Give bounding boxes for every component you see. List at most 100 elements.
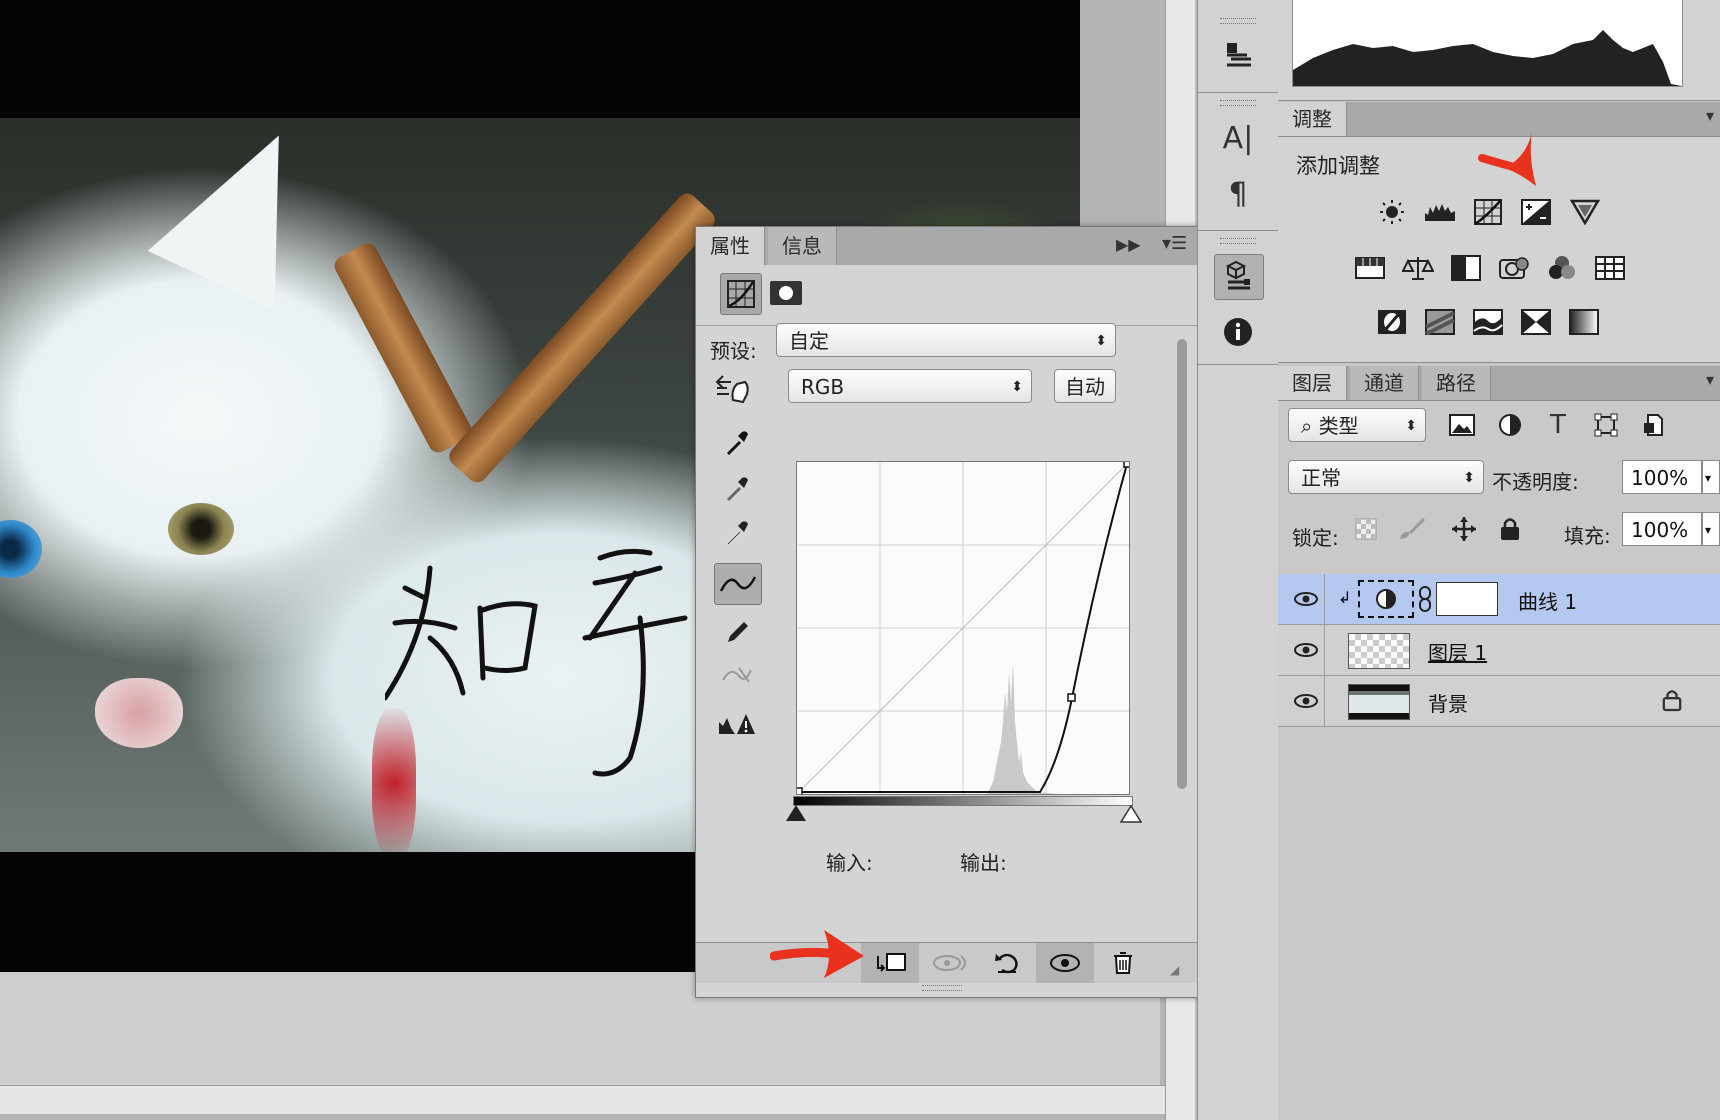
invert-button[interactable]: [1375, 308, 1409, 336]
clipping-warning-toggle[interactable]: [714, 703, 760, 743]
white-point-eyedropper[interactable]: [714, 513, 760, 553]
levels-icon: [1425, 204, 1455, 221]
opacity-input[interactable]: 100%: [1622, 460, 1702, 494]
toggle-visibility-button[interactable]: [1036, 943, 1094, 983]
paragraph-button[interactable]: ¶: [1214, 172, 1262, 216]
resize-grip-icon[interactable]: ◢: [1170, 963, 1179, 977]
mask-properties-toggle[interactable]: [766, 273, 806, 313]
preset-select[interactable]: 自定 ⬍: [776, 323, 1116, 357]
brightness-contrast-button[interactable]: [1375, 198, 1409, 226]
gray-point-eyedropper[interactable]: [714, 469, 760, 509]
horizontal-scrollbar[interactable]: [0, 1085, 1165, 1114]
white-input-slider[interactable]: [1119, 804, 1143, 823]
transparent-layer-thumbnail[interactable]: [1348, 633, 1410, 669]
properties-scrollbar[interactable]: [1174, 339, 1190, 939]
opacity-dropdown-arrow[interactable]: ▾: [1702, 460, 1720, 494]
selective-color-button[interactable]: [1519, 308, 1553, 336]
auto-button[interactable]: 自动: [1054, 369, 1116, 403]
image-icon: [1449, 414, 1475, 436]
threshold-button[interactable]: [1471, 308, 1505, 336]
tab-info[interactable]: 信息: [768, 227, 837, 265]
black-point-eyedropper[interactable]: [714, 423, 760, 463]
strip-grip[interactable]: [1220, 100, 1256, 106]
eyedropper-black-icon: [726, 431, 748, 456]
view-previous-state-button[interactable]: [922, 943, 980, 983]
draw-curve-tool[interactable]: [714, 611, 760, 651]
panel-menu-icon[interactable]: ▾: [1706, 106, 1714, 125]
blend-mode-select[interactable]: 正常 ⬍: [1288, 460, 1484, 494]
tab-channels[interactable]: 通道: [1350, 366, 1419, 400]
collapse-panel-icon[interactable]: ▶▶: [1116, 235, 1141, 254]
visibility-toggle[interactable]: [1288, 574, 1325, 624]
panel-menu-icon[interactable]: ▾☰: [1162, 233, 1187, 254]
layer-mask-thumbnail[interactable]: [1436, 582, 1498, 616]
add-adjustment-title: 添加调整: [1296, 154, 1380, 178]
tab-properties-label: 属性: [710, 234, 750, 258]
layer-name[interactable]: 背景: [1428, 688, 1468, 717]
black-white-button[interactable]: [1449, 254, 1483, 282]
channel-select[interactable]: RGB ⬍: [788, 369, 1032, 403]
photo-filter-button[interactable]: [1497, 254, 1531, 282]
fill-input[interactable]: 100%: [1622, 512, 1702, 546]
adjustment-thumbnail[interactable]: [1358, 580, 1414, 618]
tab-adjustments[interactable]: 调整: [1278, 102, 1347, 136]
hue-saturation-button[interactable]: [1353, 254, 1387, 282]
strip-grip[interactable]: [1220, 18, 1256, 24]
panel-grip[interactable]: [922, 985, 962, 991]
tab-paths[interactable]: 路径: [1422, 366, 1491, 400]
layer-row-layer-1[interactable]: 图层 1: [1278, 625, 1720, 676]
lock-all-button[interactable]: [1494, 512, 1526, 546]
color-balance-button[interactable]: [1401, 254, 1435, 282]
layer-filter-select[interactable]: ⌕ 类型 ⬍: [1288, 408, 1426, 442]
tab-properties[interactable]: 属性: [696, 227, 765, 265]
layer-name[interactable]: 曲线 1: [1518, 586, 1577, 615]
mask-link-icon[interactable]: [1418, 586, 1432, 616]
layer-row-curves-1[interactable]: ↲ 曲线 1: [1278, 574, 1720, 625]
properties-scroll-thumb[interactable]: [1177, 339, 1187, 789]
lock-image-pixels-button[interactable]: [1396, 512, 1428, 546]
properties-panel: 属性 信息 ▶▶ ▾☰ 预设: 自定 ⬍ RGB ⬍ 自动 输入: 输出: ◢: [695, 226, 1199, 998]
lock-position-button[interactable]: [1448, 512, 1480, 546]
cat-amber-eye: [168, 503, 234, 555]
character-button[interactable]: A|: [1214, 116, 1262, 160]
tab-layers[interactable]: 图层: [1278, 366, 1347, 400]
layer-name[interactable]: 图层 1: [1428, 637, 1487, 666]
gradient-map-button[interactable]: [1567, 308, 1601, 336]
color-balance-icon: [1402, 257, 1434, 280]
edit-points-tool[interactable]: [714, 563, 762, 605]
channel-mixer-icon: [1549, 256, 1575, 279]
filter-shape-button[interactable]: [1590, 408, 1622, 442]
info-button[interactable]: [1214, 310, 1262, 354]
strip-grip[interactable]: [1220, 238, 1256, 244]
channel-mixer-button[interactable]: [1545, 254, 1579, 282]
filter-smart-object-button[interactable]: [1638, 408, 1670, 442]
reset-defaults-button[interactable]: [978, 943, 1036, 983]
layer-row-background[interactable]: 背景: [1278, 676, 1720, 727]
curves-adjust-button[interactable]: [1471, 198, 1505, 226]
lock-label: 锁定:: [1292, 526, 1339, 550]
targeted-adjustment-tool[interactable]: [710, 369, 756, 409]
fill-dropdown-arrow[interactable]: ▾: [1702, 512, 1720, 546]
delete-adjustment-button[interactable]: [1094, 943, 1152, 983]
filter-adjustment-button[interactable]: [1494, 408, 1526, 442]
clone-source-button[interactable]: [1214, 34, 1262, 78]
visibility-toggle[interactable]: [1288, 625, 1325, 675]
visibility-toggle[interactable]: [1288, 676, 1325, 726]
exposure-button[interactable]: [1519, 198, 1553, 226]
panel-menu-icon[interactable]: ▾: [1706, 370, 1714, 389]
color-lookup-button[interactable]: [1593, 254, 1627, 282]
background-thumbnail[interactable]: [1348, 684, 1410, 720]
adjustment-properties-toggle[interactable]: [720, 273, 762, 315]
vibrance-button[interactable]: [1568, 198, 1602, 226]
input-label: 输入:: [826, 851, 873, 875]
lock-transparent-pixels-button[interactable]: [1350, 512, 1382, 546]
output-label: 输出:: [960, 851, 1007, 875]
properties-button[interactable]: [1214, 254, 1264, 300]
filter-type-button[interactable]: T: [1542, 408, 1574, 442]
curves-icon: [1474, 199, 1502, 225]
posterize-button[interactable]: [1423, 308, 1457, 336]
filter-pixel-button[interactable]: [1446, 408, 1478, 442]
curves-graph[interactable]: [794, 459, 1132, 796]
black-input-slider[interactable]: [786, 805, 806, 821]
levels-button[interactable]: [1423, 198, 1457, 226]
